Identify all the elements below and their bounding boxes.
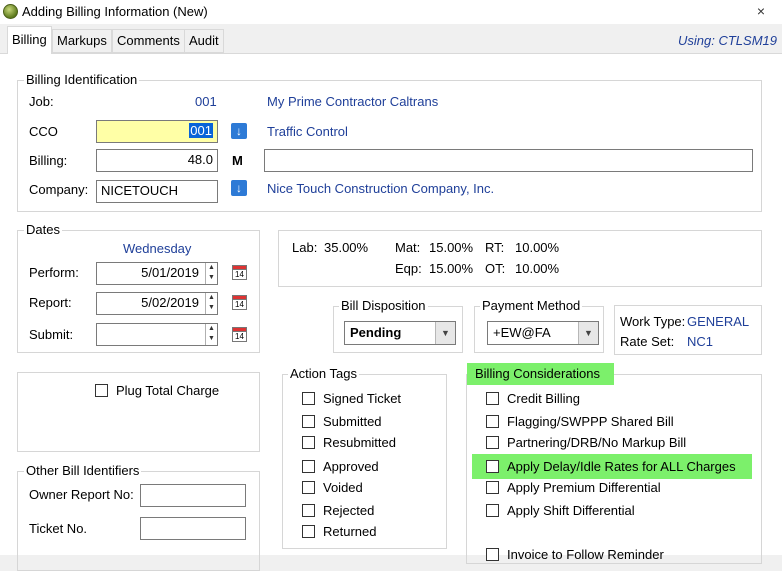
payment-method-value: +EW@FA — [493, 325, 551, 340]
submitted-checkbox[interactable] — [302, 415, 315, 428]
returned-label: Returned — [323, 524, 377, 539]
eqp-value: 15.00% — [429, 261, 474, 276]
report-date-spinner[interactable]: ▲ ▼ — [205, 293, 217, 314]
company-input[interactable]: NICETOUCH — [96, 180, 218, 203]
apply-shift-label: Apply Shift Differential — [507, 503, 635, 518]
action-tags-legend: Action Tags — [288, 366, 359, 381]
cco-label: CCO — [29, 124, 58, 139]
rejected-label: Rejected — [323, 503, 375, 518]
perform-date-spinner[interactable]: ▲ ▼ — [205, 263, 217, 284]
flagging-swppp-checkbox[interactable] — [486, 415, 499, 428]
resubmitted-label: Resubmitted — [323, 435, 396, 450]
voided-checkbox[interactable] — [302, 481, 315, 494]
owner-report-label: Owner Report No: — [29, 487, 134, 502]
using-label: Using: CTLSM19 — [678, 33, 777, 48]
payment-method-chevron-down-icon[interactable]: ▼ — [578, 322, 598, 344]
mat-value: 15.00% — [429, 240, 474, 255]
perform-calendar-icon[interactable]: 14 — [232, 265, 247, 280]
apply-delay-idle-checkbox[interactable] — [486, 460, 499, 473]
rejected-checkbox[interactable] — [302, 504, 315, 517]
company-name: Nice Touch Construction Company, Inc. — [267, 181, 495, 196]
tab-markups[interactable]: Markups — [52, 29, 112, 53]
rt-label: RT: — [485, 240, 505, 255]
payment-method-legend: Payment Method — [480, 298, 583, 313]
submit-calendar-icon[interactable]: 14 — [232, 327, 247, 342]
bill-disposition-legend: Bill Disposition — [339, 298, 428, 313]
rate-set-label: Rate Set: — [620, 334, 675, 349]
ot-value: 10.00% — [515, 261, 560, 276]
report-calendar-icon[interactable]: 14 — [232, 295, 247, 310]
voided-label: Voided — [323, 480, 363, 495]
tab-billing[interactable]: Billing — [7, 26, 52, 55]
rt-value: 10.00% — [515, 240, 560, 255]
company-lookup-arrow-icon[interactable]: ↓ — [231, 180, 247, 196]
billing-input[interactable]: 48.0 — [96, 149, 218, 172]
resubmitted-checkbox[interactable] — [302, 436, 315, 449]
job-value: 001 — [195, 94, 217, 109]
job-name: My Prime Contractor Caltrans — [267, 94, 439, 109]
window-title: Adding Billing Information (New) — [22, 4, 208, 19]
apply-premium-checkbox[interactable] — [486, 481, 499, 494]
partnering-drb-checkbox[interactable] — [486, 436, 499, 449]
cco-lookup-arrow-icon[interactable]: ↓ — [231, 123, 247, 139]
close-button[interactable]: × — [752, 2, 770, 20]
company-label: Company: — [29, 182, 89, 197]
billing-identification-legend: Billing Identification — [24, 72, 140, 87]
returned-checkbox[interactable] — [302, 525, 315, 538]
partnering-drb-label: Partnering/DRB/No Markup Bill — [507, 435, 687, 450]
tab-comments[interactable]: Comments — [112, 29, 185, 53]
cco-input[interactable]: 001 — [96, 120, 218, 143]
bill-disposition-value: Pending — [350, 325, 402, 340]
credit-billing-checkbox[interactable] — [486, 392, 499, 405]
other-bill-identifiers-legend: Other Bill Identifiers — [24, 463, 142, 478]
job-label: Job: — [29, 94, 54, 109]
ticket-no-label: Ticket No. — [29, 521, 88, 536]
submit-label: Submit: — [29, 327, 74, 342]
dates-legend: Dates — [24, 222, 62, 237]
mat-label: Mat: — [395, 240, 421, 255]
submit-date-input[interactable] — [96, 323, 218, 346]
report-label: Report: — [29, 295, 72, 310]
rates-group — [278, 230, 762, 287]
work-type-value: GENERAL — [687, 314, 750, 329]
approved-checkbox[interactable] — [302, 460, 315, 473]
billing-considerations-legend: Billing Considerations — [475, 366, 601, 381]
apply-shift-checkbox[interactable] — [486, 504, 499, 517]
plug-total-checkbox[interactable] — [95, 384, 108, 397]
eqp-label: Eqp: — [395, 261, 422, 276]
perform-label: Perform: — [29, 265, 79, 280]
perform-date-input[interactable]: 5/01/2019 — [96, 262, 218, 285]
owner-report-input[interactable] — [140, 484, 246, 507]
lab-value: 35.00% — [324, 240, 369, 255]
signed-ticket-checkbox[interactable] — [302, 392, 315, 405]
cco-name: Traffic Control — [267, 124, 348, 139]
flagging-swppp-label: Flagging/SWPPP Shared Bill — [507, 414, 674, 429]
billing-label: Billing: — [29, 153, 68, 168]
apply-premium-label: Apply Premium Differential — [507, 480, 661, 495]
lab-label: Lab: — [292, 240, 318, 255]
report-date-input[interactable]: 5/02/2019 — [96, 292, 218, 315]
credit-billing-label: Credit Billing — [507, 391, 580, 406]
plug-total-label: Plug Total Charge — [116, 383, 220, 398]
cco-selected-text: 001 — [189, 123, 213, 138]
rate-set-value: NC1 — [687, 334, 714, 349]
app-icon — [3, 4, 18, 19]
tab-audit[interactable]: Audit — [184, 29, 224, 53]
billing-unit: M — [232, 153, 243, 168]
billing-description-input[interactable] — [264, 149, 753, 172]
weekday-label: Wednesday — [123, 241, 192, 256]
bill-disposition-chevron-down-icon[interactable]: ▼ — [435, 322, 455, 344]
work-type-label: Work Type: — [620, 314, 686, 329]
apply-delay-idle-label: Apply Delay/Idle Rates for ALL Charges — [507, 459, 736, 474]
ticket-no-input[interactable] — [140, 517, 246, 540]
submitted-label: Submitted — [323, 414, 382, 429]
approved-label: Approved — [323, 459, 379, 474]
signed-ticket-label: Signed Ticket — [323, 391, 402, 406]
submit-date-spinner[interactable]: ▲ ▼ — [205, 324, 217, 345]
ot-label: OT: — [485, 261, 506, 276]
